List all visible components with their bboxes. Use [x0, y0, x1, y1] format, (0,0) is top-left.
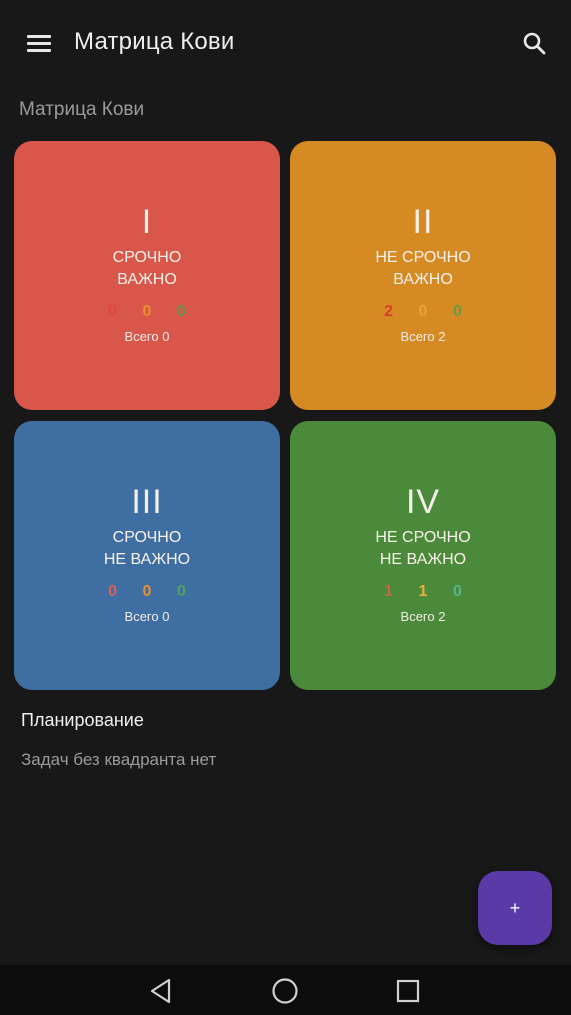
quadrant-urgent-important[interactable]: I СРОЧНО ВАЖНО 0 0 0 Всего 0 [14, 141, 280, 410]
planning-empty-message: Задач без квадранта нет [21, 750, 217, 769]
quadrant-label-line2: ВАЖНО [393, 271, 453, 288]
app-screen: Матрица Кови Матрица Кови I СРОЧНО ВАЖНО… [0, 0, 571, 1015]
quadrant-numeral: III [131, 483, 163, 521]
quadrant-total: Всего 0 [124, 609, 170, 624]
quadrant-counts: 0 0 0 [14, 303, 280, 321]
count-low: 0 [453, 303, 462, 320]
count-low: 0 [177, 583, 186, 600]
quadrant-label: НЕ СРОЧНО ВАЖНО [290, 247, 556, 291]
count-medium: 1 [418, 583, 428, 600]
count-low: 0 [453, 583, 462, 600]
menu-icon[interactable] [22, 28, 56, 58]
quadrant-not-urgent-important[interactable]: II НЕ СРОЧНО ВАЖНО 2 0 0 Всего 2 [290, 141, 556, 410]
quadrant-urgent-not-important[interactable]: III СРОЧНО НЕ ВАЖНО 0 0 0 Всего 0 [14, 421, 280, 690]
add-task-button[interactable]: + [478, 871, 552, 945]
count-medium: 0 [418, 303, 428, 320]
quadrant-total: Всего 2 [400, 329, 446, 344]
quadrant-label-line1: СРОЧНО [112, 529, 182, 546]
count-high: 1 [384, 583, 393, 600]
planning-section-title: Планирование [21, 710, 144, 730]
count-low: 0 [177, 303, 186, 320]
quadrant-counts: 1 1 0 [290, 583, 556, 601]
quadrant-label-line1: НЕ СРОЧНО [375, 529, 471, 546]
quadrant-label: НЕ СРОЧНО НЕ ВАЖНО [290, 527, 556, 571]
quadrant-label-line2: НЕ ВАЖНО [103, 551, 191, 568]
quadrant-numeral: IV [405, 483, 441, 521]
quadrant-numeral: II [412, 203, 434, 241]
quadrant-label-line2: НЕ ВАЖНО [379, 551, 467, 568]
quadrant-label-line2: ВАЖНО [117, 271, 177, 288]
quadrant-label: СРОЧНО НЕ ВАЖНО [14, 527, 280, 571]
quadrant-label: СРОЧНО ВАЖНО [14, 247, 280, 291]
quadrant-counts: 2 0 0 [290, 303, 556, 321]
quadrant-label-line1: СРОЧНО [112, 249, 182, 266]
app-title: Матрица Кови [74, 28, 235, 55]
count-medium: 0 [142, 303, 152, 320]
count-high: 2 [384, 303, 393, 320]
recent-apps-icon[interactable] [394, 977, 422, 1005]
system-navigation-bar [0, 965, 571, 1015]
section-title: Матрица Кови [19, 99, 145, 120]
back-icon[interactable] [148, 977, 176, 1005]
quadrant-total: Всего 2 [400, 609, 446, 624]
count-high: 0 [108, 583, 117, 600]
count-medium: 0 [142, 583, 152, 600]
quadrant-total: Всего 0 [124, 329, 170, 344]
quadrant-label-line1: НЕ СРОЧНО [375, 249, 471, 266]
home-icon[interactable] [271, 977, 299, 1005]
quadrant-not-urgent-not-important[interactable]: IV НЕ СРОЧНО НЕ ВАЖНО 1 1 0 Всего 2 [290, 421, 556, 690]
search-icon[interactable] [518, 27, 552, 61]
count-high: 0 [108, 303, 117, 320]
quadrant-counts: 0 0 0 [14, 583, 280, 601]
quadrant-numeral: I [141, 203, 153, 241]
app-bar: Матрица Кови [0, 0, 571, 86]
